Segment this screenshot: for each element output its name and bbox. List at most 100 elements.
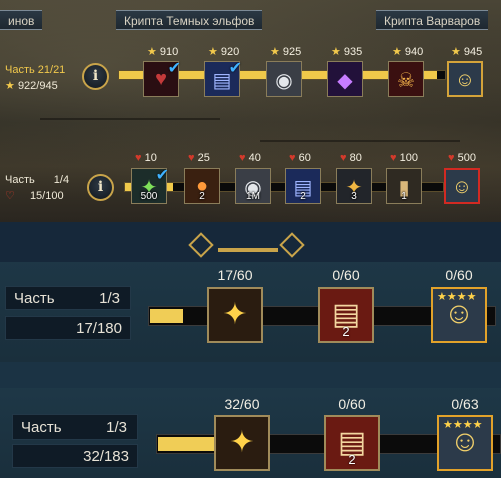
gold-helmet-shard-icon: ✦ bbox=[222, 298, 248, 331]
quest-panel-bottom: Часть 1/3 32/183 32/60 ✦ 0/60 ▤ 2 0/63 ☺ ★★★★ bbox=[0, 362, 501, 478]
part-number: 1/3 bbox=[106, 419, 127, 436]
star-icon: ★ bbox=[270, 46, 283, 58]
milestone-reward[interactable]: ★ 910 ♥ ✔ bbox=[143, 46, 181, 97]
requirement-value: 935 bbox=[343, 46, 363, 58]
milestone-reward[interactable]: ★ 940 ☠ bbox=[388, 46, 424, 97]
reward-quantity: 1M bbox=[246, 191, 260, 202]
progress-label: ♡ 15/100 bbox=[5, 189, 64, 202]
tab-barbarians-crypt[interactable]: Крипта Варваров bbox=[376, 10, 489, 30]
stone-crack bbox=[260, 140, 460, 142]
checkmark-icon: ✔ bbox=[228, 60, 242, 77]
info-button[interactable]: i bbox=[82, 63, 109, 90]
part-label-box: Часть 1/3 bbox=[5, 286, 131, 310]
requirement-value: 500 bbox=[457, 152, 476, 164]
reward-item[interactable]: ▤ 2 bbox=[318, 287, 374, 343]
progress-value: 922/945 bbox=[17, 80, 58, 92]
part-label: Часть 21/21 bbox=[5, 64, 66, 76]
reward-item[interactable]: ☺ ★★★★ bbox=[437, 415, 493, 471]
reward-item[interactable]: ▤ 2 bbox=[324, 415, 380, 471]
star-icon: ★ bbox=[392, 46, 405, 58]
progress-box: 17/180 bbox=[5, 316, 131, 340]
blood-drop-icon: ♥ bbox=[239, 152, 249, 164]
milestone-reward[interactable]: ★ 945 ☺ bbox=[447, 46, 483, 97]
dungeon-tabs: инов Крипта Темных эльфов Крипта Варваро… bbox=[0, 10, 501, 32]
deco-band bbox=[0, 362, 501, 388]
requirement-value: 945 bbox=[463, 46, 483, 58]
progress-fill bbox=[158, 437, 219, 451]
milestone-reward[interactable]: ★ 920 ▤ ✔ bbox=[204, 46, 242, 97]
shard-count: 17/60 bbox=[217, 267, 253, 283]
reward-requirement: ★ 920 bbox=[208, 45, 239, 58]
reward-requirement: ♥ 40 bbox=[239, 152, 261, 164]
requirement-value: 40 bbox=[248, 152, 261, 164]
blood-drop-icon: ♥ bbox=[188, 152, 198, 164]
part-text: Часть bbox=[14, 290, 55, 307]
milestone-reward[interactable]: ♥ 25 ● 2 bbox=[184, 152, 220, 204]
quest-row-2: Часть 1/4 ♡ 15/100 i ♥ 10 ✦ 500 ✔ ♥ 25 ● 2 ♥ 40… bbox=[0, 150, 501, 212]
reward-quantity: 3 bbox=[351, 191, 357, 202]
requirement-value: 80 bbox=[349, 152, 362, 164]
milestone-reward[interactable]: ♥ 100 ▮ 1 bbox=[386, 152, 422, 204]
requirement-value: 925 bbox=[282, 46, 302, 58]
star-icon: ★ bbox=[5, 80, 15, 92]
requirement-value: 920 bbox=[220, 46, 240, 58]
champion-portrait-icon: ☺ bbox=[454, 69, 476, 91]
shard-count: 0/60 bbox=[332, 267, 360, 283]
shard-count: 0/63 bbox=[451, 396, 479, 412]
milestone-reward[interactable]: ★ 935 ◆ bbox=[327, 46, 363, 97]
ornament-icon bbox=[188, 232, 214, 258]
star-icon: ★ bbox=[208, 46, 221, 58]
quest-row-1: Часть 21/21 ★ 922/945 i ★ 910 ♥ ✔ ★ 920 ▤ ✔ ★ … bbox=[0, 42, 501, 102]
reward-quantity: 1 bbox=[401, 191, 407, 202]
champion-portrait-icon: ☺ bbox=[451, 176, 473, 198]
progress-label: ★ 922/945 bbox=[5, 79, 58, 92]
reward-quantity: 2 bbox=[199, 191, 205, 202]
tab-previous[interactable]: инов bbox=[0, 10, 43, 30]
milestone-reward[interactable]: ♥ 40 ◉ 1M bbox=[235, 152, 271, 204]
reward-requirement: ★ 910 bbox=[147, 45, 178, 58]
blood-drop-icon: ♥ bbox=[135, 152, 145, 164]
ornament-bar bbox=[218, 248, 278, 252]
shard-count: 32/60 bbox=[224, 396, 260, 412]
requirement-value: 10 bbox=[144, 152, 157, 164]
milestone-reward[interactable]: ★ 925 ◉ bbox=[266, 46, 302, 97]
milestone-reward[interactable]: ♥ 500 ☺ bbox=[444, 152, 480, 204]
blood-drop-icon: ♥ bbox=[289, 152, 299, 164]
deco-band bbox=[0, 222, 501, 262]
reward-quantity: 2 bbox=[348, 452, 356, 467]
reward-requirement: ♥ 80 bbox=[340, 152, 362, 164]
milestone-reward[interactable]: ♥ 10 ✦ 500 ✔ bbox=[131, 152, 169, 204]
part-label-box: Часть 1/3 bbox=[12, 414, 138, 440]
reward-requirement: ♥ 500 bbox=[448, 152, 476, 164]
progress-fill bbox=[150, 309, 183, 323]
part-number: 1/3 bbox=[99, 290, 120, 307]
checkmark-icon: ✔ bbox=[167, 60, 181, 77]
rarity-stars-icon: ★★★★ bbox=[437, 291, 477, 303]
reward-item[interactable]: ☺ ★★★★ bbox=[431, 287, 487, 343]
reward-quantity: 2 bbox=[300, 191, 306, 202]
requirement-value: 940 bbox=[404, 46, 424, 58]
blood-drop-icon: ♥ bbox=[448, 152, 458, 164]
requirement-value: 100 bbox=[399, 152, 418, 164]
reward-item[interactable]: ✦ bbox=[207, 287, 263, 343]
reward-requirement: ♥ 10 bbox=[135, 152, 157, 164]
tab-dark-elves-crypt[interactable]: Крипта Темных эльфов bbox=[116, 10, 263, 30]
shard-count: 0/60 bbox=[338, 396, 366, 412]
reward-requirement: ★ 925 bbox=[270, 45, 301, 58]
shard-count: 0/60 bbox=[445, 267, 473, 283]
requirement-value: 910 bbox=[159, 46, 179, 58]
quest-panel-middle: Часть 1/3 17/180 17/60 ✦ 0/60 ▤ 2 0/60 ☺ ★★★★ bbox=[0, 222, 501, 362]
info-button[interactable]: i bbox=[87, 174, 114, 201]
star-icon: ★ bbox=[147, 46, 160, 58]
milestone-reward[interactable]: ♥ 60 ▤ 2 bbox=[285, 152, 321, 204]
requirement-value: 25 bbox=[197, 152, 210, 164]
stone-crack bbox=[40, 118, 220, 120]
milestone-reward[interactable]: ♥ 80 ✦ 3 bbox=[336, 152, 372, 204]
reward-item[interactable]: ✦ bbox=[214, 415, 270, 471]
progress-value: 15/100 bbox=[29, 190, 64, 202]
part-text: Часть bbox=[5, 174, 35, 186]
rarity-stars-icon: ★★★★ bbox=[443, 419, 483, 431]
ornament-icon bbox=[279, 232, 305, 258]
reward-requirement: ♥ 25 bbox=[188, 152, 210, 164]
silver-coin-icon: ◉ bbox=[275, 70, 293, 92]
